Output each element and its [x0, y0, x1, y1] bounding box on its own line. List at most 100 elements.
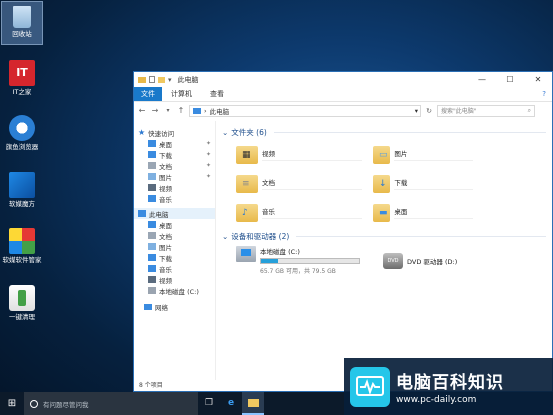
back-icon[interactable]: ←	[137, 106, 147, 115]
nav-pc-item[interactable]: 音乐	[134, 263, 215, 274]
folder-icon	[148, 287, 156, 294]
minimize-button[interactable]: —	[468, 72, 496, 87]
desktop-icon-recycle-bin[interactable]: 回收站	[1, 1, 43, 45]
folder-icon: ▬	[373, 203, 391, 222]
navigation-pane: ★ 快速访问 桌面 ✦ 下载 ✦ 文档 ✦ 图片 ✦ 视频 音乐 此电脑 桌面 文档 图片 下载 音乐 视频…	[134, 121, 216, 380]
nav-label: 桌面	[159, 140, 172, 149]
desktop-icon-cleanup[interactable]: 一键清理	[2, 285, 42, 322]
file-explorer-icon[interactable]	[242, 392, 264, 415]
folder-name: 图片	[394, 148, 473, 161]
nav-pc-item[interactable]: 下载	[134, 252, 215, 263]
window-title: 此电脑	[177, 75, 199, 84]
maximize-button[interactable]: ☐	[496, 72, 524, 87]
search-placeholder: 搜索"此电脑"	[441, 108, 477, 115]
search-input[interactable]: 搜索"此电脑" ⌕	[437, 104, 535, 117]
address-bar: ← → ▾ ↑ › 此电脑 ▾ ↻ 搜索"此电脑" ⌕	[134, 101, 552, 119]
hard-drive-icon	[236, 246, 256, 262]
new-folder-icon[interactable]	[158, 76, 165, 83]
nav-quick-item[interactable]: 下载 ✦	[134, 149, 215, 160]
nav-pc-item[interactable]: 桌面	[134, 219, 215, 230]
pulse-monitor-icon	[350, 366, 390, 407]
desktop-icon-software-manager[interactable]: 软媒软件管家	[2, 228, 42, 265]
chevron-down-icon[interactable]: ▾	[168, 76, 172, 84]
nav-label: 文档	[159, 162, 172, 171]
folder-icon: ♪	[236, 203, 258, 222]
nav-label: 文档	[159, 232, 172, 241]
title-bar[interactable]: ▾ 此电脑 — ☐ ✕	[134, 72, 552, 87]
folder-item[interactable]: ↓ 下载	[373, 170, 473, 197]
close-button[interactable]: ✕	[524, 72, 552, 87]
tab-computer[interactable]: 计算机	[162, 87, 201, 101]
folder-name: 桌面	[394, 206, 473, 219]
help-icon[interactable]: ?	[542, 87, 546, 101]
taskbar-search-placeholder: 有问题尽管问我	[43, 400, 89, 409]
folder-icon: ↓	[373, 174, 391, 193]
properties-icon[interactable]	[149, 76, 155, 83]
nav-quick-item[interactable]: 图片 ✦	[134, 171, 215, 182]
nav-label: 图片	[159, 173, 172, 182]
address-path[interactable]: › 此电脑 ▾	[189, 104, 421, 117]
nav-label: 视频	[159, 184, 172, 193]
folder-icon: ▭	[373, 145, 391, 164]
tab-file[interactable]: 文件	[134, 87, 162, 101]
nav-label: 视频	[159, 276, 172, 285]
nav-quick-item[interactable]: 文档 ✦	[134, 160, 215, 171]
forward-icon[interactable]: →	[150, 106, 160, 115]
cleanup-icon	[9, 285, 35, 311]
edge-icon[interactable]: e	[220, 392, 242, 415]
desktop-icon-browser[interactable]: 旗鱼浏览器	[2, 115, 42, 152]
nav-label: 桌面	[159, 221, 172, 230]
desktop-icon-label: IT之家	[12, 88, 32, 96]
folder-icon	[148, 195, 156, 202]
folder-name: 下载	[394, 177, 473, 190]
pin-icon[interactable]: ✦	[206, 173, 211, 180]
desktop-icon-cube[interactable]: 软媒魔方	[2, 172, 42, 209]
nav-network[interactable]: 网络	[134, 301, 215, 312]
nav-quick-access[interactable]: ★ 快速访问	[134, 127, 215, 138]
nav-quick-item[interactable]: 音乐	[134, 193, 215, 204]
nav-pc-item[interactable]: 文档	[134, 230, 215, 241]
nav-pc-item[interactable]: 图片	[134, 241, 215, 252]
folder-icon	[148, 151, 156, 158]
start-button[interactable]: ⊞	[0, 398, 24, 409]
cortana-icon	[30, 399, 38, 408]
folders-group-header[interactable]: ⌄ 文件夹 (6)	[222, 126, 546, 138]
tab-view[interactable]: 查看	[201, 87, 233, 101]
nav-quick-item[interactable]: 桌面 ✦	[134, 138, 215, 149]
pin-icon[interactable]: ✦	[206, 162, 211, 169]
drive-c-usage-bar	[260, 258, 360, 264]
group-title: 文件夹 (6)	[231, 127, 267, 137]
chevron-down-icon[interactable]: ▾	[415, 107, 418, 115]
desktop-icon-label: 旗鱼浏览器	[5, 143, 39, 151]
desktop-icon-ithome[interactable]: IT IT之家	[2, 60, 42, 97]
nav-pc-item[interactable]: 本地磁盘 (C:)	[134, 285, 215, 296]
nav-this-pc[interactable]: 此电脑	[134, 208, 215, 219]
watermark-url: www.pc-daily.com	[396, 395, 477, 405]
drive-c[interactable]: 本地磁盘 (C:) 65.7 GB 可用，共 79.5 GB	[236, 246, 373, 275]
drive-d[interactable]: DVD DVD 驱动器 (D:)	[383, 246, 457, 275]
recent-locations-icon[interactable]: ▾	[163, 107, 173, 114]
folder-icon	[148, 265, 156, 272]
group-title: 设备和驱动器 (2)	[231, 231, 290, 241]
pin-icon[interactable]: ✦	[206, 140, 211, 147]
folder-icon	[148, 232, 156, 239]
drives-group-header[interactable]: ⌄ 设备和驱动器 (2)	[222, 230, 546, 242]
folder-icon	[148, 140, 156, 147]
folder-item[interactable]: ▬ 桌面	[373, 199, 473, 226]
folder-item[interactable]: ▦ 视频	[236, 141, 373, 168]
folder-icon: ≡	[236, 174, 258, 193]
drive-c-free-space: 65.7 GB 可用，共 79.5 GB	[260, 268, 336, 275]
folder-item[interactable]: ≡ 文档	[236, 170, 373, 197]
explorer-window[interactable]: ▾ 此电脑 — ☐ ✕ 文件 计算机 查看 ? ← → ▾ ↑ › 此电脑 ▾ …	[133, 71, 553, 392]
folder-item[interactable]: ♪ 音乐	[236, 199, 373, 226]
desktop-icon-label: 软媒魔方	[9, 200, 35, 208]
up-icon[interactable]: ↑	[176, 106, 186, 115]
taskbar-search[interactable]: 有问题尽管问我	[24, 392, 198, 415]
refresh-icon[interactable]: ↻	[424, 107, 434, 115]
pin-icon[interactable]: ✦	[206, 151, 211, 158]
task-view-icon[interactable]: ❐	[198, 392, 220, 415]
folder-item[interactable]: ▭ 图片	[373, 141, 473, 168]
nav-pc-item[interactable]: 视频	[134, 274, 215, 285]
address-path-label: 此电脑	[209, 107, 230, 116]
nav-quick-item[interactable]: 视频	[134, 182, 215, 193]
